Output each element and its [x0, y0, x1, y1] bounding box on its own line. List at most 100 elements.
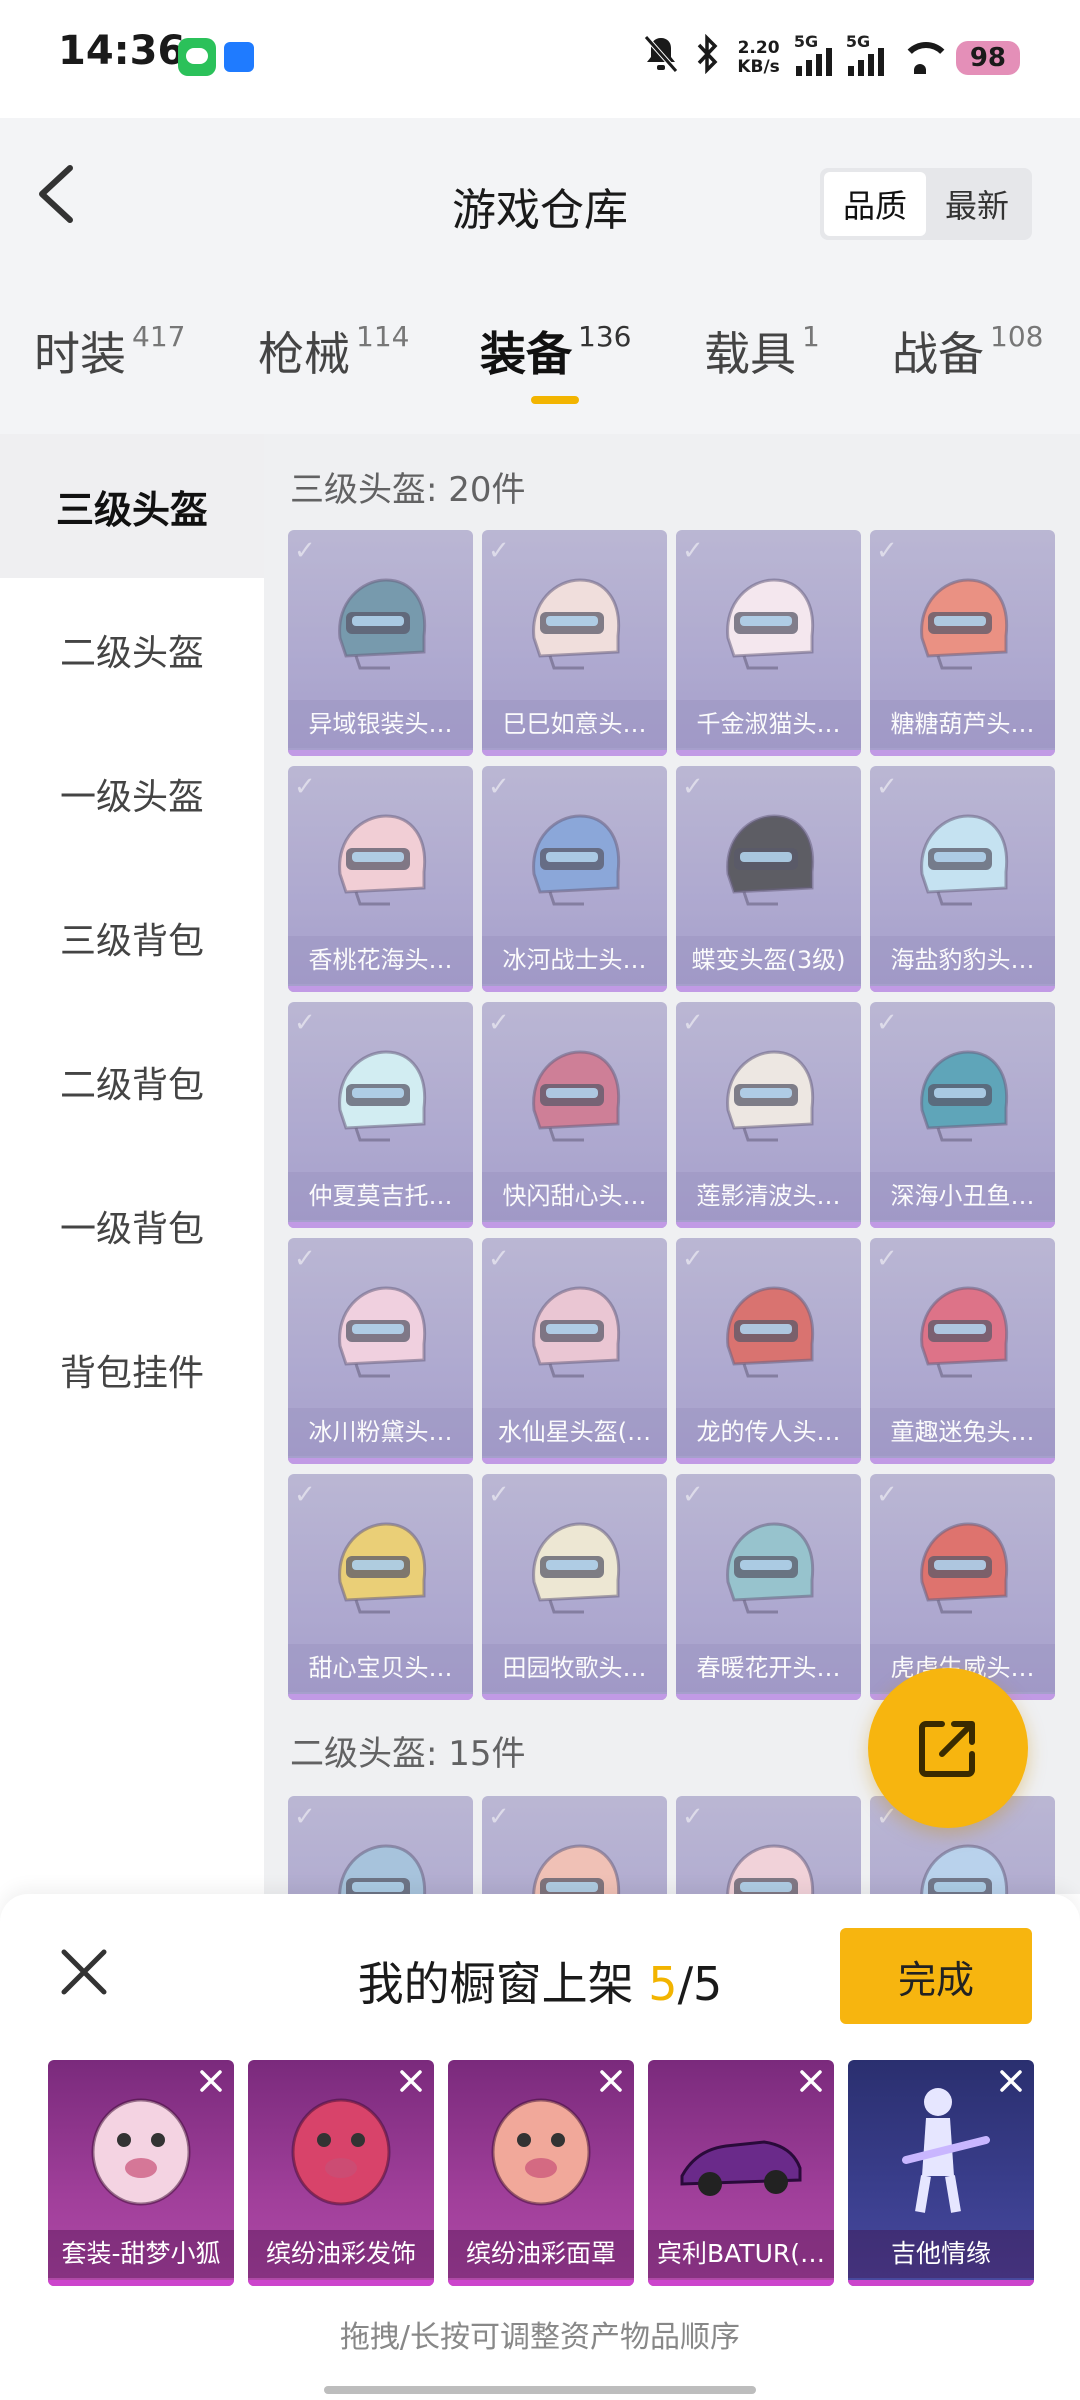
check-icon: ✓ [488, 1244, 510, 1274]
helmet-image [714, 1276, 824, 1386]
item-card[interactable]: ✓ 糖糖葫芦头… [870, 530, 1055, 756]
item-name: 龙的传人头… [676, 1408, 861, 1456]
item-name: 冰川粉黛头… [288, 1408, 473, 1456]
share-icon [919, 1721, 975, 1777]
item-card[interactable]: ✓ 巳巳如意头… [482, 530, 667, 756]
item-card[interactable]: ✓ [676, 1796, 861, 1894]
check-icon: ✓ [488, 536, 510, 566]
sidebar-item-backpack-charm[interactable]: 背包挂件 [0, 1298, 264, 1442]
tab-label: 装备 [480, 327, 572, 381]
helmet-image [714, 568, 824, 678]
tab-fashion[interactable]: 时装 417 [34, 318, 185, 408]
status-bar: 14:36 2.20 KB/s 5G 5G 98 [0, 0, 1080, 118]
share-export-button[interactable] [868, 1668, 1028, 1828]
remove-icon[interactable] [594, 2064, 628, 2098]
tab-guns[interactable]: 枪械 114 [258, 318, 409, 408]
network-speed: 2.20 KB/s [737, 39, 779, 77]
sidebar-item-level1-backpack[interactable]: 一级背包 [0, 1154, 264, 1298]
signal-1-label: 5G [793, 32, 819, 51]
helmet-image [520, 568, 630, 678]
item-card[interactable]: ✓ 水仙星头盔(… [482, 1238, 667, 1464]
item-card[interactable]: ✓ 快闪甜心头… [482, 1002, 667, 1228]
sidebar-item-level1-helmet[interactable]: 一级头盔 [0, 722, 264, 866]
item-name: 童趣迷兔头… [870, 1408, 1055, 1456]
check-icon: ✓ [488, 1008, 510, 1038]
shelf-item-image [876, 2080, 1006, 2220]
tab-count: 108 [990, 320, 1044, 353]
item-name: 莲影清波头… [676, 1172, 861, 1220]
wechat-notification-icon [178, 38, 216, 76]
speed-unit: KB/s [737, 57, 780, 77]
remove-icon[interactable] [394, 2064, 428, 2098]
item-card[interactable]: ✓ 冰河战士头… [482, 766, 667, 992]
sidebar-item-level3-helmet[interactable]: 三级头盔 [0, 434, 264, 578]
shelf-item[interactable]: 缤纷油彩面罩 [448, 2060, 634, 2286]
home-indicator[interactable] [324, 2386, 756, 2394]
shelf-item[interactable]: 吉他情缘 [848, 2060, 1034, 2286]
item-card[interactable]: ✓ 田园牧歌头… [482, 1474, 667, 1700]
wifi-icon [899, 42, 952, 74]
item-name: 春暖花开头… [676, 1644, 861, 1692]
shelf-item[interactable]: 缤纷油彩发饰 [248, 2060, 434, 2286]
shelf-item[interactable]: 宾利BATUR(… [648, 2060, 834, 2286]
item-card[interactable]: ✓ 虎虎生威头… [870, 1474, 1055, 1700]
tab-vehicles[interactable]: 载具 1 [704, 318, 820, 408]
tab-equipment[interactable]: 装备 136 [480, 318, 631, 408]
item-name: 香桃花海头… [288, 936, 473, 984]
item-card[interactable]: ✓ [482, 1796, 667, 1894]
helmet-image [326, 1834, 436, 1894]
remove-icon[interactable] [994, 2064, 1028, 2098]
shelf-item-image [476, 2080, 606, 2220]
sort-toggle: 品质 最新 [820, 168, 1032, 240]
sort-by-newest[interactable]: 最新 [926, 172, 1028, 236]
signal-2-icon: 5G [846, 32, 884, 76]
item-name: 深海小丑鱼… [870, 1172, 1055, 1220]
helmet-image [520, 1834, 630, 1894]
item-card[interactable]: ✓ 千金淑猫头… [676, 530, 861, 756]
tab-label: 时装 [34, 327, 126, 381]
check-icon: ✓ [488, 1480, 510, 1510]
check-icon: ✓ [294, 536, 316, 566]
item-name: 快闪甜心头… [482, 1172, 667, 1220]
item-card[interactable]: ✓ 海盐豹豹头… [870, 766, 1055, 992]
done-button[interactable]: 完成 [840, 1928, 1032, 2024]
helmet-image [714, 804, 824, 914]
check-icon: ✓ [876, 536, 898, 566]
check-icon: ✓ [488, 772, 510, 802]
item-card[interactable]: ✓ 甜心宝贝头… [288, 1474, 473, 1700]
item-card[interactable]: ✓ [288, 1796, 473, 1894]
helmet-image [326, 1276, 436, 1386]
item-card[interactable]: ✓ 异域银装头… [288, 530, 473, 756]
sidebar-item-level3-backpack[interactable]: 三级背包 [0, 866, 264, 1010]
tab-count: 417 [132, 320, 186, 353]
check-icon: ✓ [294, 1802, 316, 1832]
tab-combat-gear[interactable]: 战备 108 [892, 318, 1043, 408]
sort-by-quality[interactable]: 品质 [824, 172, 926, 236]
item-card[interactable]: ✓ 蝶变头盔(3级) [676, 766, 861, 992]
helmet-image [520, 1040, 630, 1150]
helmet-image [908, 1834, 1018, 1894]
item-card[interactable]: ✓ 仲夏莫吉托… [288, 1002, 473, 1228]
header: 游戏仓库 品质 最新 时装 417 枪械 114 装备 136 载具 1 战备 108 [0, 118, 1080, 434]
item-card[interactable]: ✓ 莲影清波头… [676, 1002, 861, 1228]
shelf-item[interactable]: 套装-甜梦小狐 [48, 2060, 234, 2286]
sidebar-item-level2-backpack[interactable]: 二级背包 [0, 1010, 264, 1154]
helmet-image [908, 568, 1018, 678]
helmet-image [520, 804, 630, 914]
check-icon: ✓ [294, 772, 316, 802]
remove-icon[interactable] [194, 2064, 228, 2098]
showcase-sheet: 我的橱窗上架 5/5 完成 套装-甜梦小狐 缤纷油彩发饰 缤纷油彩面罩 宾利BATUR… [0, 1894, 1080, 2400]
remove-icon[interactable] [794, 2064, 828, 2098]
tab-label: 战备 [892, 327, 984, 381]
item-card[interactable]: ✓ 香桃花海头… [288, 766, 473, 992]
item-card[interactable]: ✓ 冰川粉黛头… [288, 1238, 473, 1464]
active-tab-indicator [531, 396, 579, 404]
speed-value: 2.20 [737, 38, 780, 58]
item-card[interactable]: ✓ 深海小丑鱼… [870, 1002, 1055, 1228]
item-card[interactable]: ✓ 龙的传人头… [676, 1238, 861, 1464]
item-card[interactable]: ✓ 春暖花开头… [676, 1474, 861, 1700]
item-name: 糖糖葫芦头… [870, 700, 1055, 748]
item-card[interactable]: ✓ 童趣迷兔头… [870, 1238, 1055, 1464]
helmet-image [908, 1276, 1018, 1386]
sidebar-item-level2-helmet[interactable]: 二级头盔 [0, 578, 264, 722]
